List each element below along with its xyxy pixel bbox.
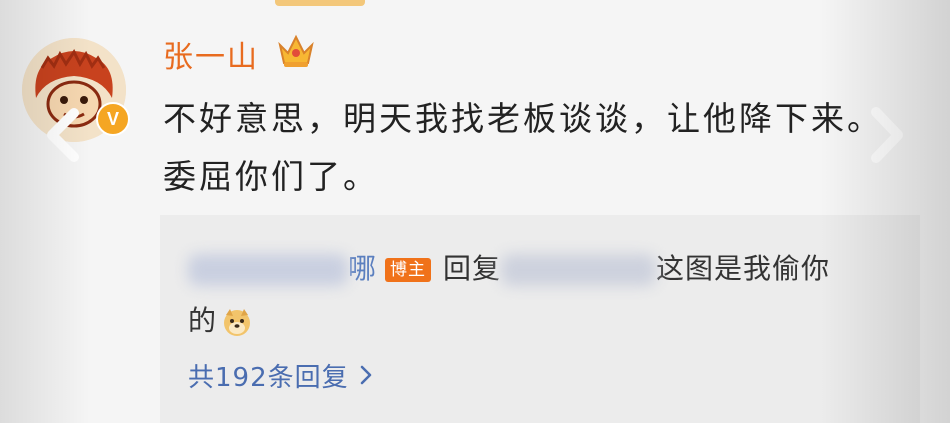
- reply-line-continued: 的: [188, 295, 908, 347]
- comment-text: 不好意思，明天我找老板谈谈，让他降下来。委屈你们了。: [163, 99, 883, 196]
- blogger-badge: 博主: [385, 258, 432, 282]
- chevron-right-icon[interactable]: [862, 104, 912, 166]
- doge-emoji-icon: [224, 309, 251, 336]
- reply-text-part2: 的: [188, 304, 217, 337]
- reply-box[interactable]: 哪博主 回复 这图是我偷你 的 共192条回复: [160, 215, 920, 423]
- crown-icon: [278, 34, 314, 67]
- reply-text-part1: 这图是我偷你: [656, 252, 831, 285]
- verified-icon: V: [96, 102, 130, 136]
- chevron-left-icon[interactable]: [38, 105, 88, 165]
- reply-author-name[interactable]: 哪: [348, 252, 377, 285]
- reply-word: 回复: [443, 252, 502, 285]
- blurred-recipient: [501, 254, 657, 286]
- blurred-author: [188, 254, 348, 286]
- reply-line: 哪博主 回复 这图是我偷你: [188, 243, 908, 295]
- more-replies-label: 共192条回复: [188, 363, 349, 393]
- comment-username[interactable]: 张一山: [163, 32, 259, 76]
- top-strip: [275, 0, 365, 6]
- chevron-right-small-icon: [360, 365, 371, 385]
- more-replies-link[interactable]: 共192条回复: [188, 357, 373, 394]
